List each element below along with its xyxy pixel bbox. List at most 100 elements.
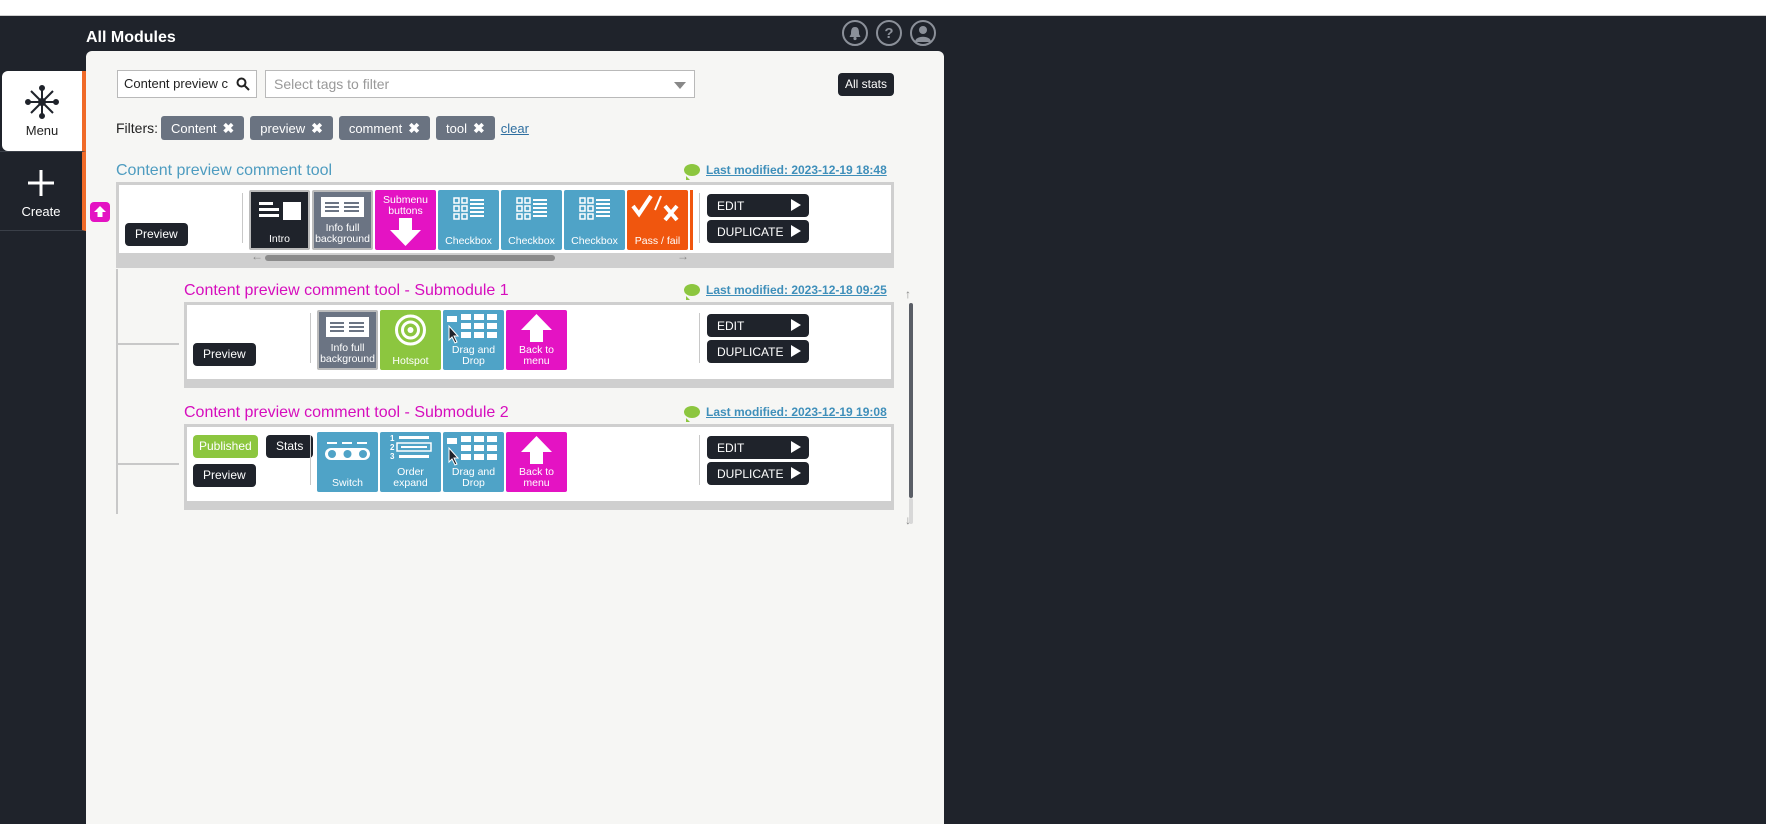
- tile-back-to-menu[interactable]: Back to menu: [506, 310, 567, 370]
- divider: [699, 193, 700, 243]
- horizontal-scroll-thumb[interactable]: [265, 255, 555, 261]
- tile-label: Pass / fail: [634, 235, 681, 247]
- scroll-down-icon[interactable]: ↓: [905, 513, 911, 527]
- user-avatar-icon[interactable]: [910, 20, 936, 46]
- help-icon[interactable]: ?: [876, 20, 902, 46]
- search-icon[interactable]: [236, 77, 250, 91]
- filter-chip[interactable]: Content ✖: [161, 116, 245, 140]
- tile-drag-and-drop[interactable]: Drag and Drop: [443, 310, 504, 370]
- tags-filter-select[interactable]: Select tags to filter: [265, 70, 695, 98]
- vertical-scroll-thumb[interactable]: [909, 303, 913, 498]
- tile-hotspot[interactable]: Hotspot: [380, 310, 441, 370]
- tile-switch[interactable]: Switch: [317, 432, 378, 492]
- close-icon[interactable]: ✖: [408, 120, 420, 137]
- tile-pass-fail[interactable]: Pass / fail: [627, 190, 688, 250]
- tile-label: Hotspot: [392, 355, 429, 367]
- target-icon: [395, 314, 426, 346]
- pass-fail-icon: [631, 194, 679, 222]
- tile-checkbox[interactable]: Checkbox: [438, 190, 499, 250]
- divider: [242, 193, 243, 243]
- tile-drag-and-drop[interactable]: Drag and Drop: [443, 432, 504, 492]
- duplicate-label: DUPLICATE: [717, 225, 784, 239]
- browser-top-strip: [0, 0, 1766, 16]
- tree-line: [116, 463, 179, 465]
- tile-label: Drag and Drop: [451, 344, 496, 367]
- tile-back-to-menu[interactable]: Back to menu: [506, 432, 567, 492]
- filter-chip[interactable]: preview ✖: [250, 116, 333, 140]
- tile-info-full-background[interactable]: Info full background: [317, 310, 378, 370]
- comment-icon[interactable]: [684, 406, 700, 422]
- last-modified-text: Last modified: 2023-12-19 19:08: [706, 405, 887, 419]
- close-icon[interactable]: ✖: [473, 120, 485, 137]
- close-icon[interactable]: ✖: [311, 120, 323, 137]
- search-value: Content preview c: [124, 76, 229, 91]
- tile-checkbox[interactable]: Checkbox: [501, 190, 562, 250]
- last-modified-link[interactable]: Last modified: 2023-12-19 19:08: [684, 405, 887, 422]
- play-icon: [791, 467, 801, 479]
- preview-button[interactable]: Preview: [193, 464, 256, 487]
- clear-filters-link[interactable]: clear: [501, 121, 529, 136]
- filter-chips: Content ✖ preview ✖ comment ✖ tool ✖ clear: [161, 116, 529, 140]
- edit-button[interactable]: EDIT: [707, 314, 809, 337]
- edit-button[interactable]: EDIT: [707, 194, 809, 217]
- module-title[interactable]: Content preview comment tool - Submodule…: [184, 282, 509, 300]
- duplicate-button[interactable]: DUPLICATE: [707, 220, 809, 243]
- sidebar: Menu Create: [0, 16, 86, 824]
- close-icon[interactable]: ✖: [223, 120, 235, 137]
- preview-button[interactable]: Preview: [193, 343, 256, 366]
- filter-chip[interactable]: tool ✖: [436, 116, 495, 140]
- tile-label: Checkbox: [508, 235, 555, 247]
- duplicate-button[interactable]: DUPLICATE: [707, 340, 809, 363]
- drag-drop-icon: [447, 314, 497, 344]
- sidebar-item-menu[interactable]: Menu: [2, 71, 86, 151]
- edit-button[interactable]: EDIT: [707, 436, 809, 459]
- tile-label: Intro: [268, 233, 290, 245]
- tile-info-full-background[interactable]: Info full background: [312, 190, 373, 250]
- module-title[interactable]: Content preview comment tool - Submodule…: [184, 404, 509, 422]
- tile-intro[interactable]: Intro: [249, 190, 310, 250]
- filter-chip[interactable]: comment ✖: [338, 116, 431, 140]
- last-modified-link[interactable]: Last modified: 2023-12-18 09:25: [684, 283, 887, 300]
- notification-bell-icon[interactable]: [842, 20, 868, 46]
- divider: [310, 435, 311, 485]
- checkbox-icon: [579, 197, 610, 220]
- module-title[interactable]: Content preview comment tool: [116, 162, 332, 180]
- play-icon: [791, 225, 801, 237]
- scroll-up-icon[interactable]: ↑: [905, 287, 911, 301]
- filters-label: Filters:: [116, 120, 158, 136]
- tile-label: Switch: [332, 477, 363, 489]
- info-icon: [326, 317, 369, 337]
- home-arrow-icon[interactable]: [90, 202, 110, 222]
- stats-button[interactable]: Stats: [266, 435, 314, 458]
- plus-icon: [28, 170, 54, 196]
- tile-submenu-buttons[interactable]: Submenu buttons: [375, 190, 436, 250]
- edit-label: EDIT: [717, 441, 745, 455]
- tile-label: Checkbox: [445, 235, 492, 247]
- comment-icon[interactable]: [684, 164, 700, 180]
- tile-label: Back to menu: [518, 344, 555, 367]
- ordered-list-icon: 123: [390, 434, 432, 461]
- search-input[interactable]: Content preview c: [117, 70, 257, 98]
- all-stats-button[interactable]: All stats: [838, 73, 895, 96]
- scroll-right-icon[interactable]: →: [677, 249, 689, 263]
- filter-chip-label: Content: [171, 120, 217, 136]
- chevron-down-icon: [674, 82, 686, 89]
- tile-label: Order expand: [393, 466, 428, 489]
- tile-order-expand[interactable]: 123 Order expand: [380, 432, 441, 492]
- published-badge[interactable]: Published: [193, 435, 258, 458]
- duplicate-button[interactable]: DUPLICATE: [707, 462, 809, 485]
- tile-label: Checkbox: [571, 235, 618, 247]
- play-icon: [791, 441, 801, 453]
- preview-button[interactable]: Preview: [125, 223, 188, 246]
- divider: [699, 435, 700, 485]
- module-card: Published Stats Preview Switch 123 Order…: [184, 424, 894, 510]
- filter-chip-label: comment: [348, 120, 403, 136]
- comment-icon[interactable]: [684, 284, 700, 300]
- svg-text:3: 3: [390, 452, 395, 461]
- sidebar-item-create[interactable]: Create: [0, 151, 86, 231]
- divider: [310, 313, 311, 363]
- tile-checkbox[interactable]: Checkbox: [564, 190, 625, 250]
- last-modified-link[interactable]: Last modified: 2023-12-19 18:48: [684, 163, 887, 180]
- scroll-left-icon[interactable]: ←: [251, 249, 263, 263]
- divider: [699, 313, 700, 363]
